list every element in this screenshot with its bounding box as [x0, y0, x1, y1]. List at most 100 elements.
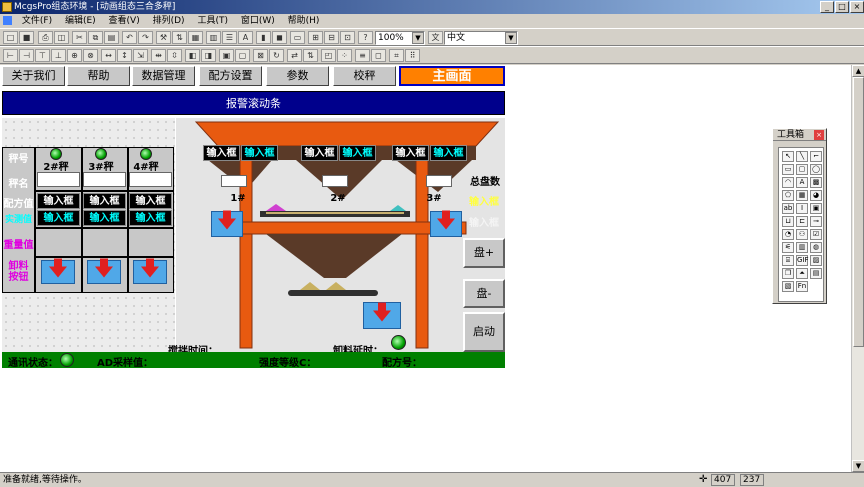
- alarm-icon[interactable]: ⏶: [796, 268, 808, 279]
- save-icon[interactable]: ■: [19, 31, 34, 44]
- nav-params-button[interactable]: 参数: [266, 66, 329, 86]
- tools-icon[interactable]: ⚒: [156, 31, 171, 44]
- variable-icon[interactable]: ⊞: [308, 31, 323, 44]
- close-icon[interactable]: ×: [814, 130, 824, 140]
- checkbox-icon[interactable]: ☑: [810, 229, 822, 240]
- hopper-1-input-b[interactable]: 输入框: [241, 145, 278, 161]
- same-size-icon[interactable]: ⇲: [133, 49, 148, 62]
- v-space-icon[interactable]: ⇳: [167, 49, 182, 62]
- nav-recipe-button[interactable]: 配方设置: [199, 66, 262, 86]
- scale-2-discharge-button[interactable]: [41, 258, 75, 284]
- line-icon[interactable]: ╲: [796, 151, 808, 162]
- back-icon[interactable]: ◨: [201, 49, 216, 62]
- cut-icon[interactable]: ✂: [72, 31, 87, 44]
- menu-edit[interactable]: 编辑(E): [60, 14, 101, 28]
- scale-2-name-field[interactable]: [37, 172, 80, 187]
- group-icon[interactable]: ▣: [219, 49, 234, 62]
- layer-icon[interactable]: ◰: [321, 49, 336, 62]
- undo-icon[interactable]: ↶: [122, 31, 137, 44]
- script-icon[interactable]: ⊡: [340, 31, 355, 44]
- grid-icon[interactable]: ▦: [188, 31, 203, 44]
- h-space-icon[interactable]: ⇹: [151, 49, 166, 62]
- label-icon[interactable]: ab: [782, 203, 794, 214]
- align-center-icon[interactable]: ⊣: [19, 49, 34, 62]
- align-right-icon[interactable]: ⊤: [35, 49, 50, 62]
- trend-icon[interactable]: ⚟: [782, 242, 794, 253]
- same-height-icon[interactable]: ↕: [117, 49, 132, 62]
- align-bottom-icon[interactable]: ⊗: [83, 49, 98, 62]
- meter-icon[interactable]: ◍: [810, 242, 822, 253]
- scale-2-measured-input[interactable]: 输入框: [37, 210, 80, 226]
- chart-icon[interactable]: ▮: [256, 31, 271, 44]
- text-icon[interactable]: A: [238, 31, 253, 44]
- scale-4-name-field[interactable]: [129, 172, 172, 187]
- scale-4-recipe-input[interactable]: 输入框: [129, 193, 172, 209]
- align-top-icon[interactable]: ⊥: [51, 49, 66, 62]
- lines-icon[interactable]: ≡: [355, 49, 370, 62]
- bitmap-icon[interactable]: ▦: [796, 190, 808, 201]
- box-icon[interactable]: ◻: [371, 49, 386, 62]
- print-icon[interactable]: ⎙: [38, 31, 53, 44]
- nav-help-button[interactable]: 帮助: [67, 66, 130, 86]
- arc-icon[interactable]: ◠: [782, 177, 794, 188]
- same-width-icon[interactable]: ↔: [101, 49, 116, 62]
- align-left-icon[interactable]: ⊢: [3, 49, 18, 62]
- flip-h-icon[interactable]: ⇄: [287, 49, 302, 62]
- table-icon[interactable]: ▥: [796, 242, 808, 253]
- gallery-icon[interactable]: ▧: [782, 281, 794, 292]
- gif-icon[interactable]: GIF: [796, 255, 809, 266]
- sort-icon[interactable]: ⇅: [172, 31, 187, 44]
- scroll-down-icon[interactable]: ▼: [852, 460, 864, 472]
- grid-dots-icon[interactable]: ⠿: [405, 49, 420, 62]
- plus-button[interactable]: 盘+: [463, 238, 505, 268]
- slider-icon[interactable]: ⊏: [796, 216, 808, 227]
- scroll-up-icon[interactable]: ▲: [852, 65, 864, 77]
- minus-button[interactable]: 盘-: [463, 279, 505, 308]
- polygon-icon[interactable]: ⬠: [782, 190, 794, 201]
- minimize-button[interactable]: _: [820, 1, 834, 13]
- total-count-input[interactable]: 输入框: [464, 193, 504, 208]
- copy-icon[interactable]: ⧉: [88, 31, 103, 44]
- toolbox-panel[interactable]: 工具箱 × ↖ ╲ ⌐ ▭ ▢ ◯ ◠ A ▩ ⬠ ▦ ◕ ab I ▣ ⊔ ⊏…: [772, 128, 827, 304]
- language-select[interactable]: 中文 ▼: [444, 31, 518, 45]
- zoom-select[interactable]: 100% ▼: [375, 31, 425, 45]
- menu-arrange[interactable]: 排列(D): [148, 14, 190, 28]
- menu-view[interactable]: 查看(V): [104, 14, 145, 28]
- align-icon[interactable]: ▥: [206, 31, 221, 44]
- snap-icon[interactable]: ⌗: [389, 49, 404, 62]
- menu-file[interactable]: 文件(F): [17, 14, 57, 28]
- close-button[interactable]: ×: [850, 1, 864, 13]
- window-icon[interactable]: ▭: [290, 31, 305, 44]
- preview-icon[interactable]: ◫: [54, 31, 69, 44]
- hopper-right-discharge-button[interactable]: [430, 210, 462, 237]
- vertical-scrollbar[interactable]: ▲ ▼: [851, 65, 864, 472]
- nav-main-button[interactable]: 主画面: [399, 66, 505, 86]
- lock-icon[interactable]: ⊠: [253, 49, 268, 62]
- combo-icon[interactable]: ⊔: [782, 216, 794, 227]
- menu-help[interactable]: 帮助(H): [283, 14, 325, 28]
- symbol-icon[interactable]: ⚇: [796, 229, 808, 240]
- scale-3-name-field[interactable]: [83, 172, 126, 187]
- font-icon[interactable]: 文: [428, 31, 443, 44]
- menu-window[interactable]: 窗口(W): [236, 14, 280, 28]
- nav-data-button[interactable]: 数据管理: [132, 66, 195, 86]
- question-icon[interactable]: ?: [358, 31, 373, 44]
- rectangle-icon[interactable]: ▭: [782, 164, 794, 175]
- hopper-1-input-a[interactable]: 输入框: [203, 145, 240, 161]
- switch-icon[interactable]: ⊸: [810, 216, 822, 227]
- mixer-discharge-button[interactable]: [363, 302, 401, 329]
- dots-icon[interactable]: ⁘: [337, 49, 352, 62]
- image-icon[interactable]: ▩: [810, 177, 822, 188]
- ungroup-icon[interactable]: ▢: [235, 49, 250, 62]
- scale-2-recipe-input[interactable]: 输入框: [37, 193, 80, 209]
- maximize-button[interactable]: □: [835, 1, 849, 13]
- globe-icon[interactable]: ◕: [810, 190, 822, 201]
- hopper-left-discharge-button[interactable]: [211, 210, 243, 237]
- menu-tools[interactable]: 工具(T): [192, 14, 233, 28]
- button-tool-icon[interactable]: ▣: [810, 203, 822, 214]
- object-icon[interactable]: ⊟: [324, 31, 339, 44]
- ellipse-icon[interactable]: ◯: [810, 164, 822, 175]
- paste-icon[interactable]: ▤: [104, 31, 119, 44]
- front-icon[interactable]: ◧: [185, 49, 200, 62]
- report-icon[interactable]: ▤: [810, 268, 822, 279]
